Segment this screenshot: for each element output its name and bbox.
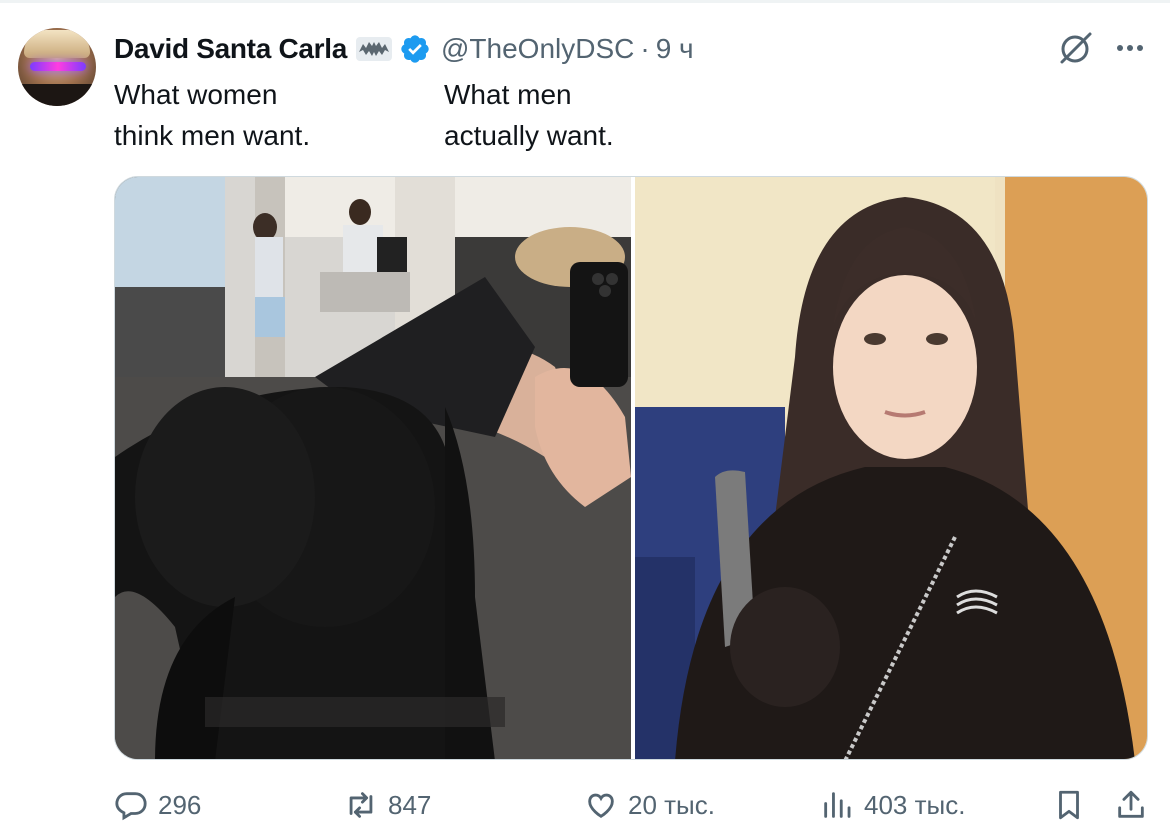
share-button[interactable] <box>1114 788 1148 822</box>
tweet-actions: 296 847 20 тыс. 403 тыс. <box>0 780 1170 834</box>
like-button[interactable]: 20 тыс. <box>584 788 715 822</box>
more-icon[interactable] <box>1112 30 1148 66</box>
tweet-text-right: What men actually want. <box>444 74 614 156</box>
like-count: 20 тыс. <box>628 789 715 820</box>
views-icon <box>824 792 851 818</box>
repost-button[interactable]: 847 <box>344 788 431 822</box>
separator-dot: · <box>640 33 650 64</box>
tweet-media[interactable] <box>114 176 1148 760</box>
gym-selfie-photo[interactable] <box>115 177 631 759</box>
bookmark-button[interactable] <box>1052 788 1086 822</box>
tweet-timestamp[interactable]: 9 ч <box>656 33 694 65</box>
share-icon <box>1118 790 1144 818</box>
views-count: 403 тыс. <box>864 789 966 820</box>
avatar[interactable] <box>18 28 96 106</box>
bat-icon <box>355 36 393 62</box>
reply-count: 296 <box>158 789 202 820</box>
author-handle[interactable]: @TheOnlyDSC <box>441 33 634 65</box>
grok-icon[interactable] <box>1056 28 1096 68</box>
like-icon <box>588 793 614 818</box>
repost-count: 847 <box>388 789 432 820</box>
verified-badge-icon[interactable] <box>399 33 431 65</box>
top-divider <box>0 0 1170 3</box>
reply-icon <box>115 792 147 821</box>
bookmark-icon <box>1059 790 1079 820</box>
repost-icon <box>349 792 373 818</box>
text-line: What men <box>444 79 572 110</box>
views-button[interactable]: 403 тыс. <box>820 788 965 822</box>
tweet-text-left: What women think men want. <box>114 74 310 156</box>
text-line: think men want. <box>114 120 311 151</box>
text-line: actually want. <box>444 120 614 151</box>
display-name[interactable]: David Santa Carla <box>114 33 347 65</box>
text-line: What women <box>114 79 278 110</box>
reply-button[interactable]: 296 <box>114 788 201 822</box>
tweet-header: David Santa Carla @TheOnlyDSC · 9 ч <box>114 30 694 68</box>
portrait-photo[interactable] <box>635 177 1147 759</box>
